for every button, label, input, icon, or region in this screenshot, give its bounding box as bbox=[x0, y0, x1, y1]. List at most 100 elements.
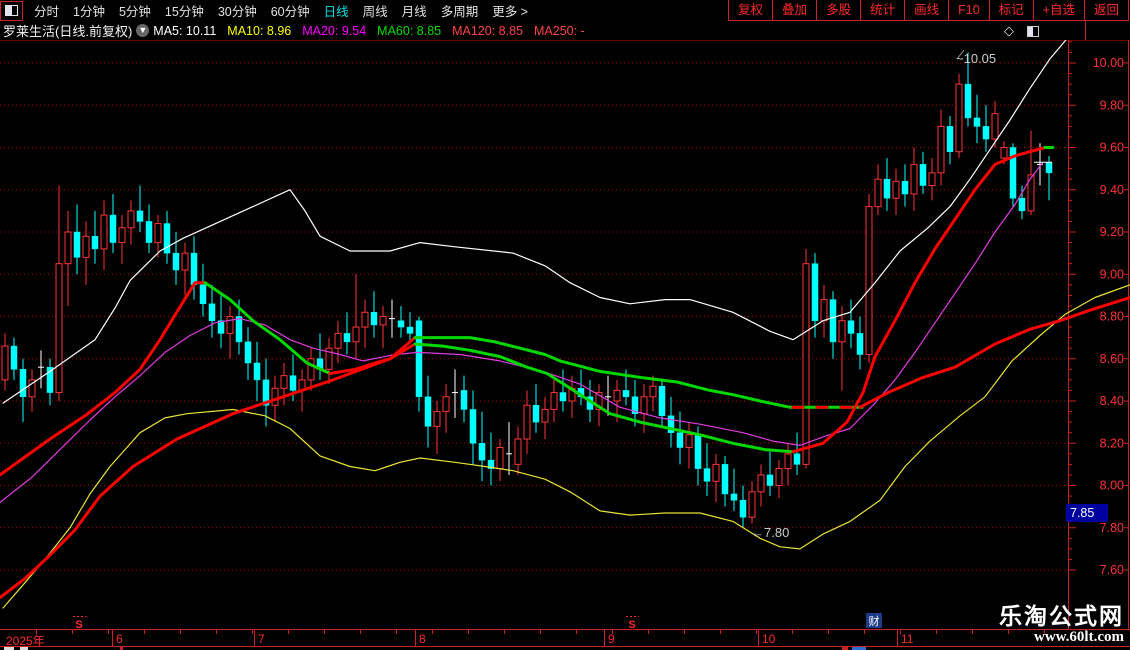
month-label: 6 bbox=[116, 632, 123, 646]
candle-down bbox=[694, 434, 702, 469]
period-item-5分钟[interactable]: 5分钟 bbox=[112, 1, 158, 20]
candle-up bbox=[541, 408, 549, 423]
candle-down bbox=[343, 333, 351, 343]
date-tick bbox=[180, 630, 181, 634]
indicator-header: 罗莱生活(日线.前复权) ▼ MA5: 10.11 MA10: 8.96 MA20:… bbox=[0, 21, 1130, 40]
period-item-30分钟[interactable]: 30分钟 bbox=[211, 1, 264, 20]
high-annotation: ~10.05 bbox=[956, 51, 996, 66]
toolbar-button-F10[interactable]: F10 bbox=[948, 0, 989, 20]
date-tick bbox=[468, 630, 469, 634]
period-menu: 分时 1分钟 5分钟 15分钟 30分钟 60分钟 日线 周线 月线 多周期 更多 > bbox=[23, 1, 535, 20]
candle-down bbox=[370, 312, 378, 326]
candle-down bbox=[703, 468, 711, 482]
candle-up bbox=[757, 474, 765, 493]
candle-up bbox=[550, 392, 558, 410]
toolbar-button-画线[interactable]: 画线 bbox=[904, 0, 948, 20]
candle-up bbox=[55, 263, 63, 394]
stock-title: 罗莱生活(日线.前复权) bbox=[3, 24, 133, 39]
lower-band-yellow bbox=[2, 284, 1130, 609]
price-label: 7.80 bbox=[1100, 521, 1124, 535]
candle-down bbox=[73, 231, 81, 258]
date-tick bbox=[1008, 630, 1009, 634]
date-tick bbox=[648, 630, 649, 634]
date-tick bbox=[612, 630, 613, 634]
candle-down bbox=[883, 178, 891, 199]
split-view-small-icon[interactable] bbox=[1027, 26, 1039, 37]
period-item-60分钟[interactable]: 60分钟 bbox=[264, 1, 317, 20]
candle-up bbox=[118, 227, 126, 244]
candle-down bbox=[190, 252, 198, 286]
date-tick bbox=[720, 630, 721, 634]
period-item-月线[interactable]: 月线 bbox=[395, 1, 434, 20]
candle-up bbox=[82, 235, 90, 258]
toolbar-buttons: 复权 叠加 多股 统计 画线 F10 标记 +自选 返回 bbox=[728, 0, 1129, 21]
chevron-down-icon[interactable]: ▼ bbox=[136, 24, 150, 37]
month-label: 9 bbox=[608, 632, 615, 646]
period-item-周线[interactable]: 周线 bbox=[356, 1, 395, 20]
date-tick bbox=[900, 630, 901, 634]
period-item-分时[interactable]: 分时 bbox=[27, 1, 66, 20]
diamond-icon[interactable]: ◇ bbox=[1004, 23, 1014, 39]
date-tick bbox=[972, 630, 973, 634]
period-item-更多 >[interactable]: 更多 > bbox=[485, 1, 535, 20]
candle-up bbox=[928, 172, 936, 187]
toolbar-button-多股[interactable]: 多股 bbox=[816, 0, 860, 20]
period-item-多周期[interactable]: 多周期 bbox=[434, 1, 486, 20]
candle-up bbox=[334, 332, 342, 349]
candle-down bbox=[19, 369, 27, 398]
candle-down bbox=[847, 320, 855, 334]
candle-up bbox=[154, 223, 162, 244]
toolbar-button-+自选[interactable]: +自选 bbox=[1032, 0, 1084, 20]
sell-marker: S bbox=[75, 619, 82, 629]
candle-up bbox=[100, 214, 108, 250]
date-tick bbox=[144, 630, 145, 634]
date-tick bbox=[360, 630, 361, 634]
period-item-15分钟[interactable]: 15分钟 bbox=[158, 1, 211, 20]
date-tick bbox=[1044, 630, 1045, 634]
candle-down bbox=[469, 409, 477, 444]
candle-down bbox=[478, 443, 486, 461]
candle-down bbox=[532, 404, 540, 423]
date-tick bbox=[108, 630, 109, 634]
candlestick-chart[interactable]: 7.60 7.80 8.00 8.20 8.40 8.60 8.80 9.00 9.20 9.40… bbox=[0, 1, 1130, 631]
date-tick bbox=[828, 630, 829, 634]
month-label: 7 bbox=[258, 632, 265, 646]
candle-down bbox=[397, 320, 405, 328]
candle-down bbox=[919, 164, 927, 186]
price-label: 7.60 bbox=[1100, 563, 1124, 577]
candle-up bbox=[307, 358, 315, 381]
date-tick bbox=[540, 630, 541, 634]
candle-up bbox=[892, 180, 900, 199]
candle-down bbox=[199, 284, 207, 305]
ma-label: MA5: 10.11 bbox=[153, 23, 217, 38]
candle-down bbox=[676, 432, 684, 448]
candle-down bbox=[658, 385, 666, 417]
ma-value-labels: MA5: 10.11 MA10: 8.96 MA20: 9.54 MA60: 8.85… bbox=[153, 24, 595, 38]
date-tick bbox=[288, 630, 289, 634]
candle-down bbox=[973, 117, 981, 127]
candle-down bbox=[415, 320, 423, 398]
split-view-icon bbox=[5, 5, 18, 16]
candle-down bbox=[793, 453, 801, 465]
period-item-日线[interactable]: 日线 bbox=[317, 1, 356, 20]
toolbar-button-标记[interactable]: 标记 bbox=[988, 0, 1033, 20]
toolbar-button-复权[interactable]: 复权 bbox=[728, 0, 772, 20]
candle-down bbox=[406, 326, 414, 334]
period-item-1分钟[interactable]: 1分钟 bbox=[66, 1, 112, 20]
month-label: 10 bbox=[762, 632, 776, 646]
stock-app-window: 分时 1分钟 5分钟 15分钟 30分钟 60分钟 日线 周线 月线 多周期 更多 > 复权 叠加 多股… bbox=[0, 0, 1130, 650]
toolbar-button-返回[interactable]: 返回 bbox=[1083, 0, 1129, 20]
price-label: 9.80 bbox=[1100, 98, 1124, 112]
candle-down bbox=[811, 263, 819, 321]
trend-slow-green-fall2 bbox=[413, 336, 864, 409]
chart-area[interactable]: 7.60 7.80 8.00 8.20 8.40 8.60 8.80 9.00 9.20 9.40… bbox=[0, 1, 1130, 631]
candle-down bbox=[721, 464, 729, 495]
date-tick bbox=[324, 630, 325, 634]
toolbar-button-叠加[interactable]: 叠加 bbox=[772, 0, 816, 20]
candle-up bbox=[514, 438, 522, 465]
layout-toggle-button[interactable] bbox=[0, 0, 23, 21]
price-label: 8.80 bbox=[1100, 310, 1124, 324]
toolbar-button-统计[interactable]: 统计 bbox=[860, 0, 904, 20]
date-axis: 2025年 6 7 8 9 10 11 bbox=[0, 629, 1130, 648]
candle-down bbox=[1018, 197, 1026, 212]
